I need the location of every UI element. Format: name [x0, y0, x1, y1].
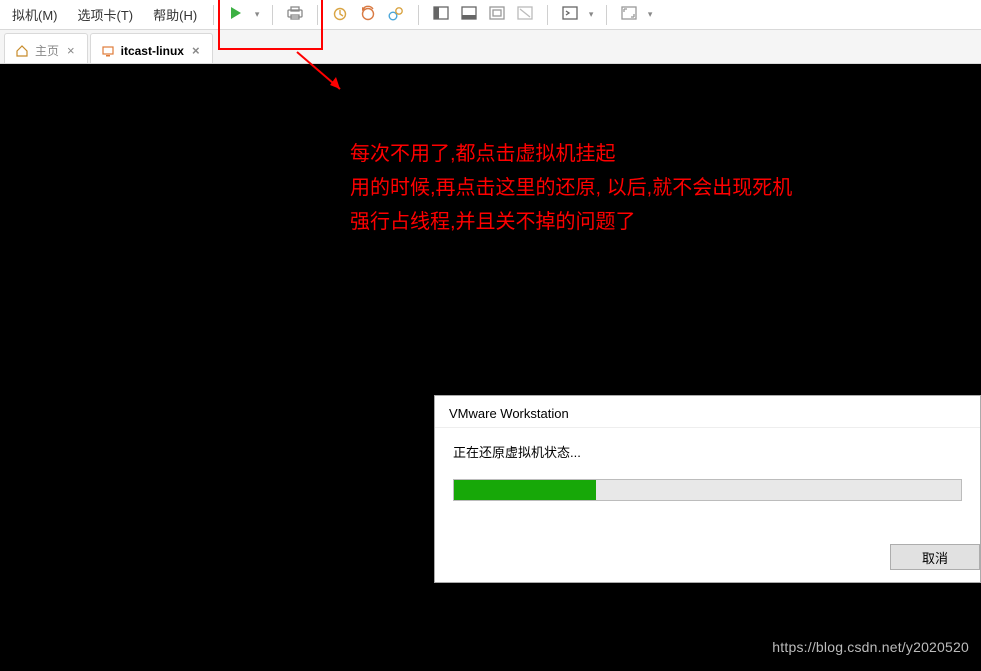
toolbar: ▾ [224, 3, 655, 27]
view-split-left-button[interactable] [429, 3, 453, 27]
view-fit-button[interactable] [485, 3, 509, 27]
snapshot-revert-button[interactable] [356, 3, 380, 27]
print-icon [287, 6, 303, 23]
separator [606, 5, 607, 25]
split-bottom-icon [461, 6, 477, 23]
console-icon [562, 6, 578, 23]
play-icon [229, 6, 243, 23]
home-icon [15, 44, 29, 58]
dialog-footer: 取消 [890, 544, 980, 570]
tab-label: itcast-linux [121, 44, 184, 58]
dialog-title: VMware Workstation [435, 396, 980, 428]
fullscreen-icon [621, 6, 637, 23]
fullscreen-button[interactable] [617, 3, 641, 27]
chevron-down-icon: ▾ [589, 9, 594, 20]
snapshot-revert-icon [360, 5, 376, 24]
play-dropdown[interactable]: ▾ [252, 9, 262, 20]
fullscreen-dropdown[interactable]: ▾ [645, 9, 655, 20]
snapshot-icon [332, 5, 348, 24]
separator [418, 5, 419, 25]
dialog-status-text: 正在还原虚拟机状态... [435, 428, 980, 471]
unity-icon [517, 6, 533, 23]
split-left-icon [433, 6, 449, 23]
view-unity-button[interactable] [513, 3, 537, 27]
console-button[interactable] [558, 3, 582, 27]
separator [547, 5, 548, 25]
tab-home[interactable]: 主页 × [4, 33, 88, 63]
progress-fill [454, 480, 596, 500]
menu-help[interactable]: 帮助(H) [143, 1, 207, 28]
send-ctrl-alt-del-button[interactable] [283, 3, 307, 27]
snapshot-take-button[interactable] [328, 3, 352, 27]
tab-itcast-linux[interactable]: itcast-linux × [90, 33, 213, 63]
tab-close-button[interactable]: × [190, 43, 202, 58]
restore-progress-dialog: VMware Workstation 正在还原虚拟机状态... 取消 [434, 395, 981, 583]
tab-bar: 主页 × itcast-linux × [0, 30, 981, 64]
view-split-bottom-button[interactable] [457, 3, 481, 27]
fit-guest-icon [489, 6, 505, 23]
tab-label: 主页 [35, 42, 59, 59]
watermark-text: https://blog.csdn.net/y2020520 [772, 639, 969, 655]
vm-icon [101, 44, 115, 58]
menu-tabs[interactable]: 选项卡(T) [68, 1, 144, 28]
chevron-down-icon: ▾ [648, 9, 653, 20]
snapshot-manager-icon [388, 5, 404, 24]
separator [317, 5, 318, 25]
play-button[interactable] [224, 3, 248, 27]
menu-vm[interactable]: 拟机(M) [2, 1, 68, 28]
cancel-button[interactable]: 取消 [890, 544, 980, 570]
snapshot-manager-button[interactable] [384, 3, 408, 27]
chevron-down-icon: ▾ [255, 9, 260, 20]
separator [272, 5, 273, 25]
progress-bar [453, 479, 962, 501]
separator [213, 5, 214, 25]
menubar: 拟机(M) 选项卡(T) 帮助(H) ▾ [0, 0, 981, 30]
annotation-text: 每次不用了,都点击虚拟机挂起 用的时候,再点击这里的还原, 以后,就不会出现死机… [350, 137, 792, 239]
tab-close-button[interactable]: × [65, 43, 77, 58]
console-dropdown[interactable]: ▾ [586, 9, 596, 20]
